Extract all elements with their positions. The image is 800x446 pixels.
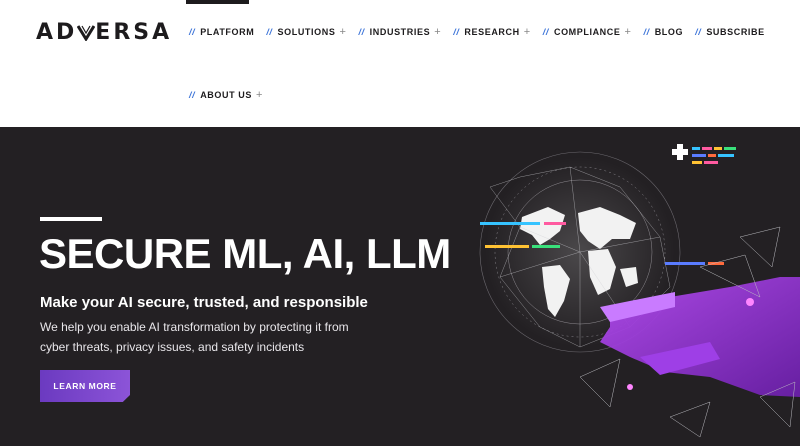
plus-icon[interactable]: + <box>524 26 531 38</box>
plus-icon[interactable]: + <box>624 26 631 38</box>
adversa-logo[interactable]: AD ERSA <box>36 20 172 45</box>
active-nav-indicator <box>186 0 249 4</box>
nav-item-industries[interactable]: // INDUSTRIES + <box>358 26 441 38</box>
nav-item-compliance[interactable]: // COMPLIANCE + <box>543 26 632 38</box>
nav-item-subscribe[interactable]: // SUBSCRIBE <box>695 27 765 37</box>
hero-section: SECURE ML, AI, LLM Make your AI secure, … <box>0 127 800 446</box>
slash-icon: // <box>358 27 365 37</box>
logo-v-icon <box>77 22 96 42</box>
nav-label: BLOG <box>654 27 684 37</box>
nav-label: INDUSTRIES <box>369 27 431 37</box>
hero-title: SECURE ML, AI, LLM <box>39 230 451 277</box>
site-header: AD ERSA // PLATFORM // SOLUTIONS + // IND… <box>0 0 800 127</box>
nav-label: SUBSCRIBE <box>706 27 765 37</box>
slash-icon: // <box>695 27 702 37</box>
hero-subtitle: Make your AI secure, trusted, and respon… <box>40 294 368 311</box>
learn-more-button[interactable]: LEARN MORE <box>40 370 130 402</box>
hero-description: We help you enable AI transformation by … <box>40 320 349 354</box>
slash-icon: // <box>189 27 196 37</box>
plus-icon[interactable]: + <box>339 26 346 38</box>
slash-icon: // <box>643 27 650 37</box>
logo-text-left: AD <box>36 20 78 45</box>
nav-item-blog[interactable]: // BLOG <box>644 27 684 37</box>
nav-label: COMPLIANCE <box>553 27 621 37</box>
slash-icon: // <box>542 27 549 37</box>
plus-icon[interactable]: + <box>434 26 441 38</box>
slash-icon: // <box>266 27 273 37</box>
main-nav: // PLATFORM // SOLUTIONS + // INDUSTRIES… <box>189 26 777 38</box>
globe-illustration <box>479 144 800 438</box>
nav-item-research[interactable]: // RESEARCH + <box>453 26 531 38</box>
nav-label: ABOUT US <box>200 90 253 100</box>
nav-item-platform[interactable]: // PLATFORM <box>189 27 254 37</box>
slash-icon: // <box>189 90 196 100</box>
nav-label: SOLUTIONS <box>277 27 336 37</box>
logo-text-right: ERSA <box>95 20 173 45</box>
nav-item-about-us[interactable]: // ABOUT US + <box>189 89 263 101</box>
nav-label: RESEARCH <box>464 27 520 37</box>
hero-accent-line <box>40 217 102 221</box>
nav-label: PLATFORM <box>200 27 255 37</box>
plus-icon[interactable]: + <box>256 89 263 101</box>
slash-icon: // <box>453 27 460 37</box>
main-nav-row-2: // ABOUT US + <box>189 89 275 101</box>
nav-item-solutions[interactable]: // SOLUTIONS + <box>266 26 346 38</box>
